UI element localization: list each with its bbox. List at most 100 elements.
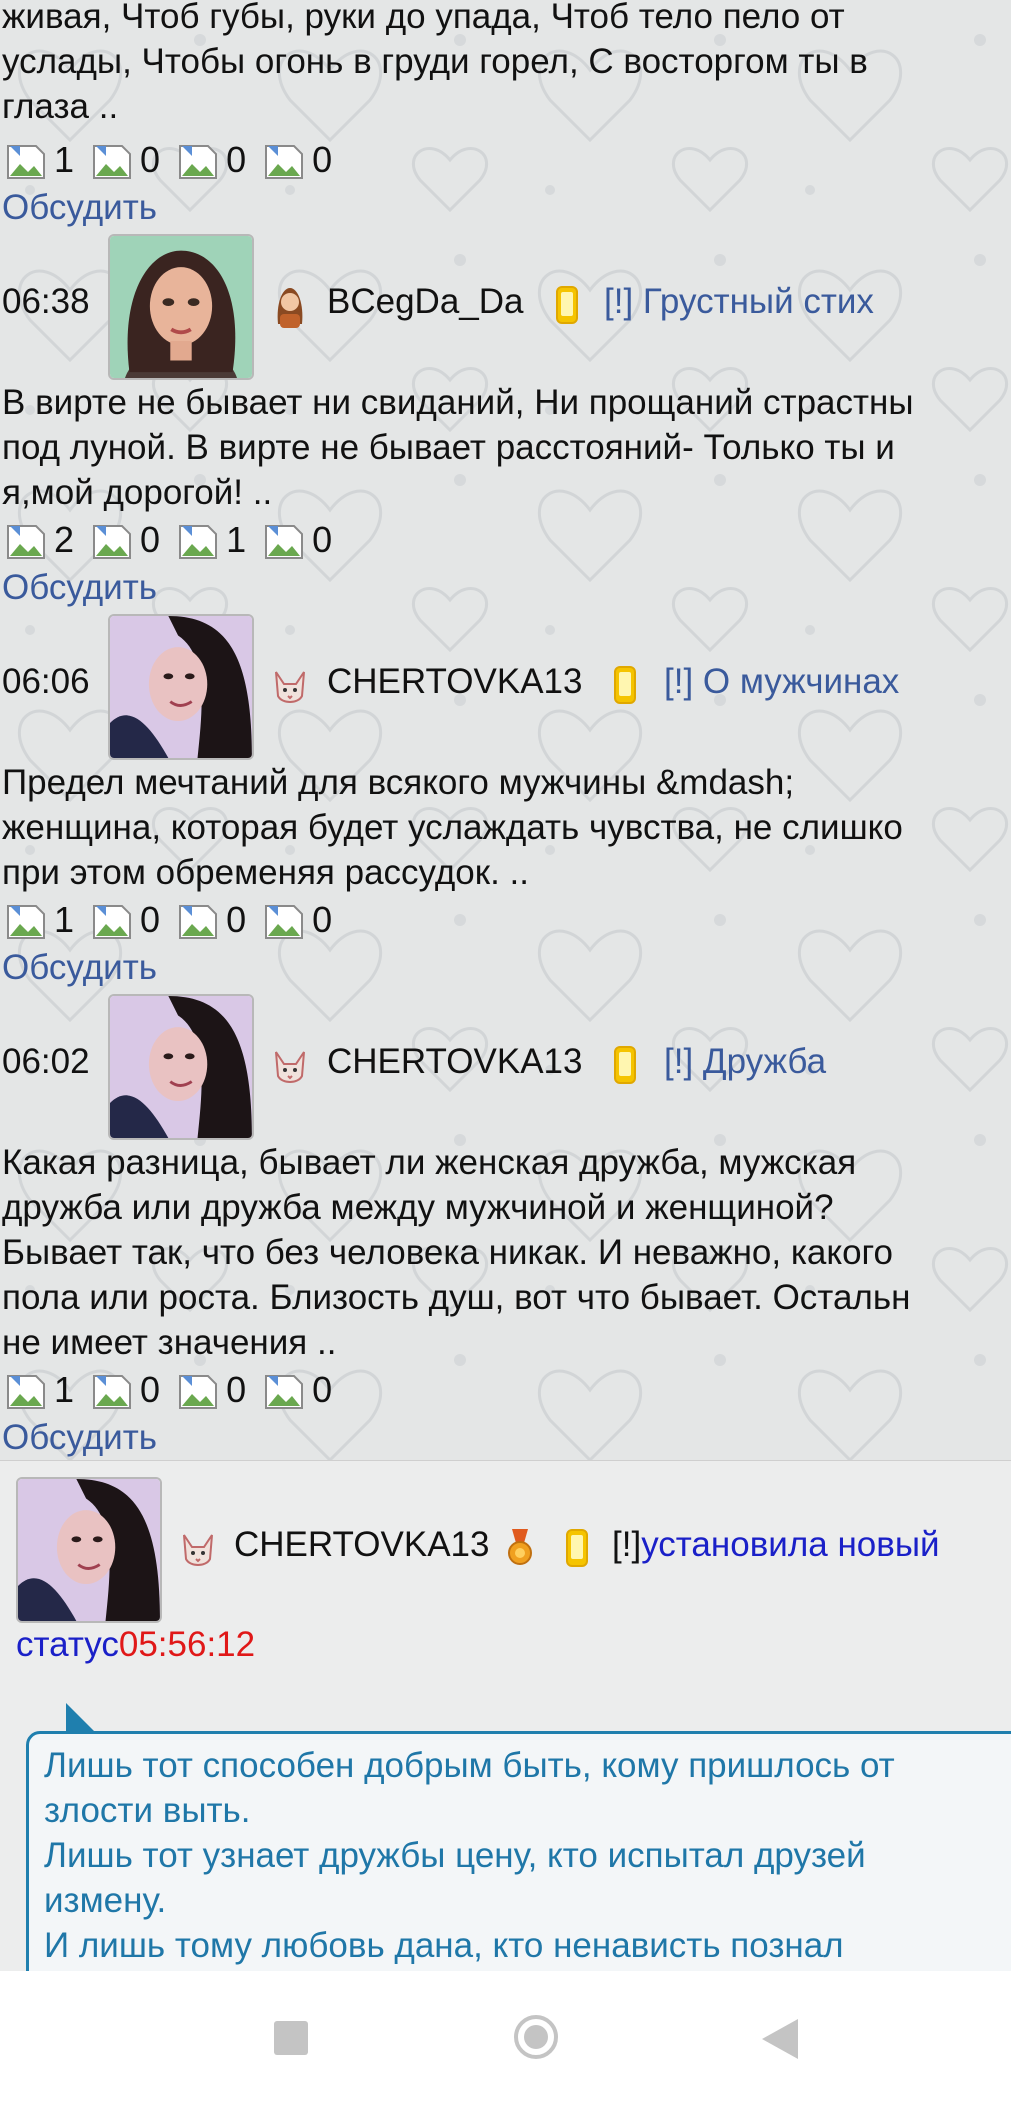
broken-image-icon[interactable] (264, 1370, 304, 1410)
avatar[interactable] (108, 614, 254, 760)
post-time: 06:38 (2, 282, 90, 321)
count-value: 1 (54, 1369, 75, 1410)
status-action-text[interactable]: статус (16, 1625, 119, 1664)
discuss-link[interactable]: Обсудить (2, 948, 157, 988)
count-value: 0 (226, 139, 247, 180)
post-text: Какая разница, бывает ли женская дружба,… (2, 1140, 1011, 1365)
broken-image-icon[interactable] (178, 520, 218, 560)
broken-image-icon[interactable] (6, 900, 46, 940)
status-update: CHERTOVKA13 [!]установила новый статус05… (0, 1460, 1011, 1690)
post-text-line: при этом обременяя рассудок. .. (2, 853, 529, 892)
status-action-text[interactable]: установила новый (641, 1525, 939, 1564)
girl-avatar-icon (272, 284, 308, 328)
count-value: 0 (140, 899, 161, 940)
status-action: [!]установила новый (612, 1525, 940, 1565)
count-value: 1 (54, 899, 75, 940)
post-text-line: живая, Чтоб губы, руки до упада, Чтоб те… (2, 0, 845, 36)
avatar[interactable] (16, 1477, 162, 1623)
post-text-line: Бывает так, что без человека никак. И не… (2, 1233, 894, 1272)
broken-image-icon[interactable] (6, 140, 46, 180)
username[interactable]: CHERTOVKA13 (234, 1525, 489, 1565)
post-text: живая, Чтоб губы, руки до упада, Чтоб те… (2, 0, 1011, 129)
broken-image-icon[interactable] (178, 900, 218, 940)
count-value: 0 (312, 519, 333, 560)
broken-image-icon[interactable] (264, 520, 304, 560)
post-text: Предел мечтаний для всякого мужчины &mda… (2, 760, 1011, 895)
username[interactable]: CHERTOVKA13 (327, 1042, 582, 1082)
post-text-line: пола или роста. Близость душ, вот что бы… (2, 1278, 911, 1317)
avatar[interactable] (108, 994, 254, 1140)
post-topic-link[interactable]: [!] Дружба (664, 1042, 826, 1082)
reaction-counts: 1 0 0 0 (6, 897, 350, 943)
broken-image-icon[interactable] (6, 1370, 46, 1410)
status-quote-area: Лишь тот способен добрым быть, кому приш… (0, 1689, 1011, 1971)
quote-line: злости выть. (44, 1791, 251, 1830)
phone-icon (566, 1529, 588, 1567)
square-recents-icon[interactable] (274, 2021, 308, 2055)
quote-line: измену. (44, 1881, 167, 1920)
count-value: 0 (140, 519, 161, 560)
broken-image-icon[interactable] (178, 140, 218, 180)
cat-face-icon (272, 1044, 308, 1088)
cat-face-icon (272, 664, 308, 708)
count-value: 0 (226, 899, 247, 940)
count-value: 1 (54, 139, 75, 180)
quote-line: Лишь тот способен добрым быть, кому приш… (44, 1746, 895, 1785)
post-text-line: Какая разница, бывает ли женская дружба,… (2, 1143, 857, 1182)
post-text-line: дружба или дружба между мужчиной и женщи… (2, 1188, 834, 1227)
post-header: 06:06 CHERTOVKA13 [!] О мужчинах (0, 614, 1011, 760)
count-value: 0 (312, 139, 333, 180)
quote-line: И лишь тому любовь дана, кто ненависть п… (44, 1926, 844, 1965)
broken-image-icon[interactable] (92, 140, 132, 180)
post-topic-link[interactable]: [!] Грустный стих (604, 282, 874, 322)
count-value: 0 (140, 1369, 161, 1410)
phone-icon (614, 666, 636, 704)
status-action-line2: статус05:56:12 (16, 1625, 255, 1665)
bubble-tail (66, 1703, 96, 1733)
circle-home-icon[interactable] (514, 2015, 558, 2059)
post-time: 06:06 (2, 662, 90, 701)
avatar[interactable] (108, 234, 254, 380)
post-header: 06:38 BCegDa_Da [!] Грустный стих (0, 234, 1011, 380)
post-text-line: глаза .. (2, 87, 119, 126)
reaction-counts: 1 0 0 0 (6, 137, 350, 183)
reaction-counts: 2 0 1 0 (6, 517, 350, 563)
count-value: 2 (54, 519, 75, 560)
broken-image-icon[interactable] (264, 900, 304, 940)
post-text-line: услады, Чтобы огонь в груди горел, С вос… (2, 42, 868, 81)
post-time: 06:02 (2, 1042, 90, 1081)
post-text-line: не имеет значения .. (2, 1323, 337, 1362)
count-value: 0 (312, 899, 333, 940)
post-text-line: В вирте не бывает ни свиданий, Ни прощан… (2, 383, 914, 422)
post-text-line: я,мой дорогой! .. (2, 473, 273, 512)
post-text-line: женщина, которая будет услаждать чувства… (2, 808, 903, 847)
count-value: 0 (140, 139, 161, 180)
phone-icon (556, 286, 578, 324)
count-value: 0 (226, 1369, 247, 1410)
username[interactable]: CHERTOVKA13 (327, 662, 582, 702)
navigation-bar (0, 1971, 1011, 2101)
triangle-back-icon[interactable] (762, 2019, 798, 2059)
broken-image-icon[interactable] (92, 1370, 132, 1410)
count-value: 0 (312, 1369, 333, 1410)
broken-image-icon[interactable] (92, 520, 132, 560)
post-text-line: Предел мечтаний для всякого мужчины &mda… (2, 763, 795, 802)
post-text-line: под луной. В вирте не бывает расстояний-… (2, 428, 895, 467)
reaction-counts: 1 0 0 0 (6, 1367, 350, 1413)
broken-image-icon[interactable] (264, 140, 304, 180)
status-time: 05:56:12 (118, 1625, 256, 1664)
discuss-link[interactable]: Обсудить (2, 568, 157, 608)
quote-line: Лишь тот узнает дружбы цену, кто испытал… (44, 1836, 866, 1875)
broken-image-icon[interactable] (6, 520, 46, 560)
broken-image-icon[interactable] (92, 900, 132, 940)
post-topic-link[interactable]: [!] О мужчинах (664, 662, 899, 702)
medal-icon (506, 1527, 534, 1567)
discuss-link[interactable]: Обсудить (2, 1418, 157, 1458)
post-header: 06:02 CHERTOVKA13 [!] Дружба (0, 994, 1011, 1140)
discuss-link[interactable]: Обсудить (2, 188, 157, 228)
home-inner-dot (524, 2025, 548, 2049)
username[interactable]: BCegDa_Da (327, 282, 524, 322)
phone-icon (614, 1046, 636, 1084)
cat-face-icon (180, 1527, 216, 1571)
broken-image-icon[interactable] (178, 1370, 218, 1410)
